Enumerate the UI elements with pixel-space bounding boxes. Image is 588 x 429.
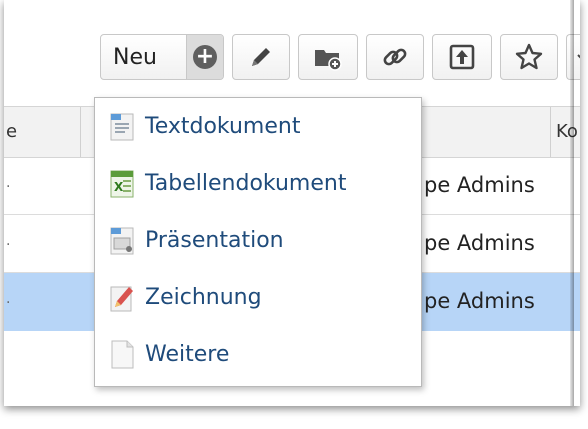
favorite-button[interactable] [500,34,558,80]
row-owner: pe Admins [424,173,535,197]
menu-item-presentation[interactable]: Präsentation [105,218,415,262]
new-button-label: Neu [113,44,157,70]
column-header-name[interactable]: e [6,121,17,142]
upload-button[interactable] [432,34,492,80]
edit-icon [252,48,270,66]
menu-item-other[interactable]: Weitere [105,332,415,376]
menu-item-drawing[interactable]: Zeichnung [105,275,415,319]
plus-icon: + [193,45,217,69]
presentation-icon [105,224,139,256]
menu-item-label: Präsentation [145,227,284,253]
column-separator [80,107,81,157]
drawing-icon [105,281,139,313]
new-folder-icon [315,50,342,71]
row-marker: · [6,179,11,195]
link-icon [383,48,407,66]
row-owner: pe Admins [424,231,535,255]
chevron-icon [576,54,580,59]
menu-item-text-document[interactable]: Textdokument [105,104,415,148]
upload-icon [449,44,475,70]
new-document-menu: Textdokument X Tabellendokument Präsenta… [94,97,422,387]
new-folder-button[interactable] [298,34,358,80]
star-icon [515,43,543,70]
row-marker: · [6,237,11,253]
blank-document-icon [105,338,139,370]
menu-item-label: Zeichnung [145,284,262,310]
menu-item-label: Weitere [145,341,230,367]
edit-button[interactable] [232,34,290,80]
menu-item-label: Tabellendokument [145,170,347,196]
row-marker: · [6,295,11,311]
column-separator [550,107,551,157]
new-button[interactable]: Neu + [100,34,224,80]
text-document-icon [105,110,139,142]
column-header-owner[interactable]: Ko [556,121,578,142]
menu-item-label: Textdokument [145,113,301,139]
row-owner: pe Admins [424,289,535,313]
link-button[interactable] [366,34,424,80]
menu-item-spreadsheet[interactable]: X Tabellendokument [105,161,415,205]
screenshot-frame: Neu + e Ko · pe Admins · pe Admins · pe … [0,0,588,429]
page-edge-shadow [570,0,574,406]
svg-text:X: X [114,180,124,194]
spreadsheet-icon: X [105,167,139,199]
new-dropdown-toggle[interactable]: + [186,35,223,79]
app-view: Neu + e Ko · pe Admins · pe Admins · pe … [4,0,580,406]
